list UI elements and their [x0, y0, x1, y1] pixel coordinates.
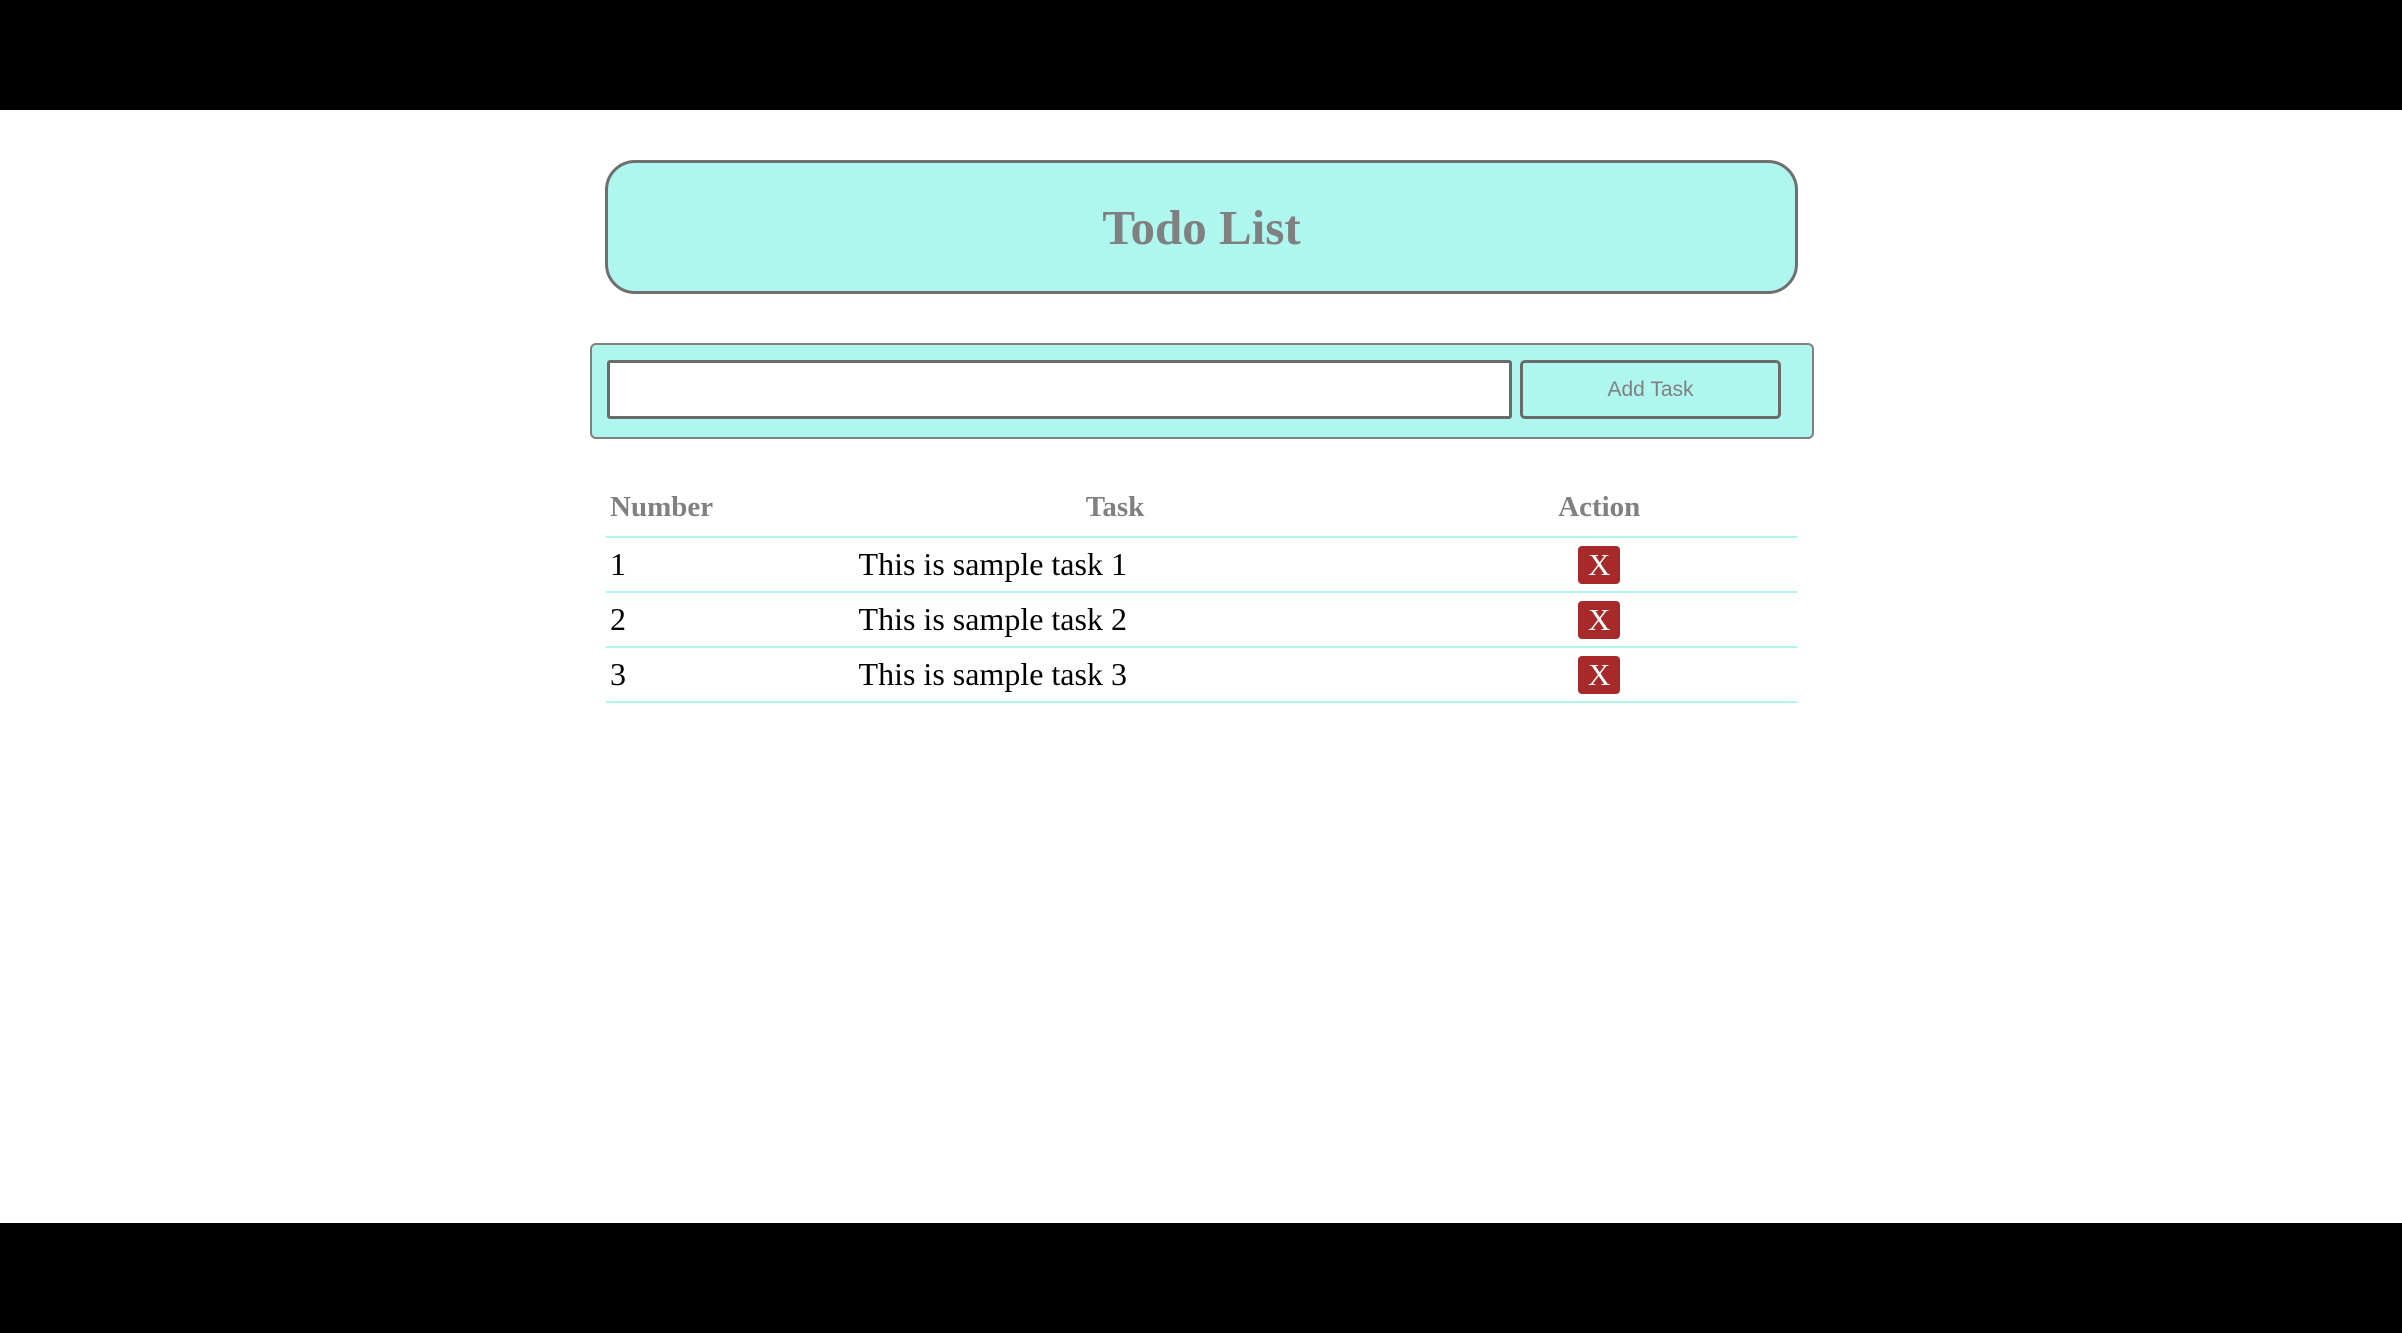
task-text: This is sample task 1: [858, 537, 1482, 593]
header-banner: Todo List: [605, 160, 1798, 294]
column-header-action: Action: [1481, 478, 1797, 538]
column-header-task: Task: [858, 478, 1482, 538]
page-title: Todo List: [1102, 199, 1301, 255]
task-number: 3: [606, 647, 859, 703]
add-task-bar: Add Task: [590, 343, 1814, 439]
delete-task-button[interactable]: X: [1578, 600, 1621, 639]
task-action-cell: X: [1481, 537, 1797, 593]
app-screen: Todo List Add Task Number Task Action 1 …: [0, 110, 2402, 1223]
table-row: 2 This is sample task 2 X: [606, 592, 1797, 648]
delete-task-button[interactable]: X: [1578, 655, 1621, 694]
table-row: 3 This is sample task 3 X: [606, 647, 1797, 703]
task-table: Number Task Action 1 This is sample task…: [606, 478, 1797, 703]
task-input[interactable]: [607, 360, 1512, 419]
task-action-cell: X: [1481, 647, 1797, 703]
task-action-cell: X: [1481, 592, 1797, 648]
table-row: 1 This is sample task 1 X: [606, 537, 1797, 593]
task-number: 2: [606, 592, 859, 648]
delete-task-button[interactable]: X: [1578, 545, 1621, 584]
add-task-button[interactable]: Add Task: [1520, 360, 1781, 419]
task-text: This is sample task 2: [858, 592, 1482, 648]
table-header-row: Number Task Action: [606, 478, 1797, 538]
task-number: 1: [606, 537, 859, 593]
task-text: This is sample task 3: [858, 647, 1482, 703]
column-header-number: Number: [606, 478, 859, 538]
